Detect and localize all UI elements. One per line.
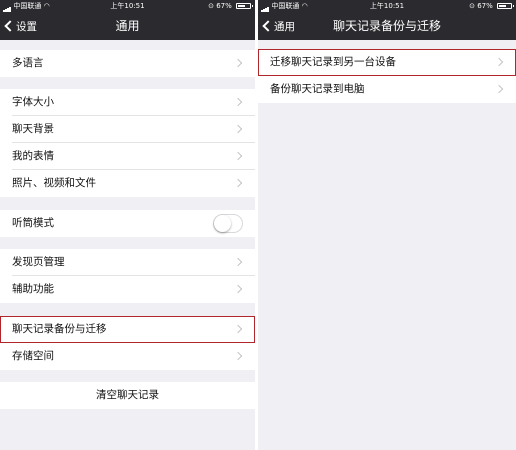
list-item-label: 字体大小: [12, 96, 54, 108]
list-item-label: 发现页管理: [12, 256, 65, 268]
status-bar: 中国联通 ◠ 上午10:51 ⊙ 67%: [258, 0, 516, 12]
list-item-label: 存储空间: [12, 350, 54, 362]
chevron-right-icon: [233, 257, 243, 267]
battery-percent: 67%: [477, 2, 493, 10]
top-bar: 中国联通 ◠ 上午10:51 ⊙ 67% 通用 聊天记录备份与迁移: [258, 0, 516, 40]
list-item-label: 聊天背景: [12, 123, 54, 135]
chevron-right-icon: [494, 57, 504, 67]
chat-backup-migration-screen: 中国联通 ◠ 上午10:51 ⊙ 67% 通用 聊天记录备份与迁移 迁移聊天记录…: [258, 0, 516, 450]
button-label: 清空聊天记录: [96, 389, 159, 401]
list-item-font-size[interactable]: 字体大小: [0, 89, 255, 116]
battery-icon: [497, 3, 514, 9]
list-item-accessibility[interactable]: 辅助功能: [0, 276, 255, 303]
orientation-lock-icon: ⊙: [208, 2, 214, 10]
list-item-migrate-to-device[interactable]: 迁移聊天记录到另一台设备: [258, 49, 516, 76]
page-title: 通用: [115, 19, 140, 33]
list-item-backup-to-pc[interactable]: 备份聊天记录到电脑: [258, 76, 516, 103]
chevron-right-icon: [233, 178, 243, 188]
list-item-my-stickers[interactable]: 我的表情: [0, 143, 255, 170]
page-title: 聊天记录备份与迁移: [332, 19, 441, 33]
list-item-label: 多语言: [12, 57, 44, 69]
battery-percent: 67%: [216, 2, 232, 10]
toggle-knob: [214, 215, 231, 232]
chevron-right-icon: [233, 284, 243, 294]
navigation-bar: 通用 聊天记录备份与迁移: [258, 13, 516, 40]
battery-icon: [236, 3, 253, 9]
chevron-right-icon: [233, 151, 243, 161]
list-item-earpiece-mode: 听筒模式: [0, 210, 255, 237]
chevron-right-icon: [233, 58, 243, 68]
chevron-right-icon: [233, 124, 243, 134]
general-settings-screen: 中国联通 ◠ 上午10:51 ⊙ 67% 设置 通用 多语言 字体大小 聊天背景: [0, 0, 255, 450]
list-item-discover-management[interactable]: 发现页管理: [0, 249, 255, 276]
status-bar: 中国联通 ◠ 上午10:51 ⊙ 67%: [0, 0, 255, 12]
list-item-label: 照片、视频和文件: [12, 177, 96, 189]
navigation-bar: 设置 通用: [0, 13, 255, 40]
list-item-storage[interactable]: 存储空间: [0, 343, 255, 370]
list-item-language[interactable]: 多语言: [0, 50, 255, 77]
chevron-right-icon: [494, 84, 504, 94]
list-item-label: 备份聊天记录到电脑: [270, 83, 365, 95]
list-item-chat-backup-migration[interactable]: 聊天记录备份与迁移: [0, 316, 255, 343]
list-item-label: 迁移聊天记录到另一台设备: [270, 56, 396, 68]
list-item-label: 聊天记录备份与迁移: [12, 323, 107, 335]
list-item-photos-videos-files[interactable]: 照片、视频和文件: [0, 170, 255, 197]
earpiece-mode-toggle[interactable]: [213, 214, 243, 233]
chevron-right-icon: [233, 351, 243, 361]
list-item-label: 我的表情: [12, 150, 54, 162]
clear-chat-history-button[interactable]: 清空聊天记录: [0, 382, 255, 409]
list-item-chat-background[interactable]: 聊天背景: [0, 116, 255, 143]
chevron-right-icon: [233, 97, 243, 107]
orientation-lock-icon: ⊙: [469, 2, 475, 10]
chevron-right-icon: [233, 324, 243, 334]
list-item-label: 听筒模式: [12, 217, 54, 229]
top-bar: 中国联通 ◠ 上午10:51 ⊙ 67% 设置 通用: [0, 0, 255, 40]
list-item-label: 辅助功能: [12, 283, 54, 295]
